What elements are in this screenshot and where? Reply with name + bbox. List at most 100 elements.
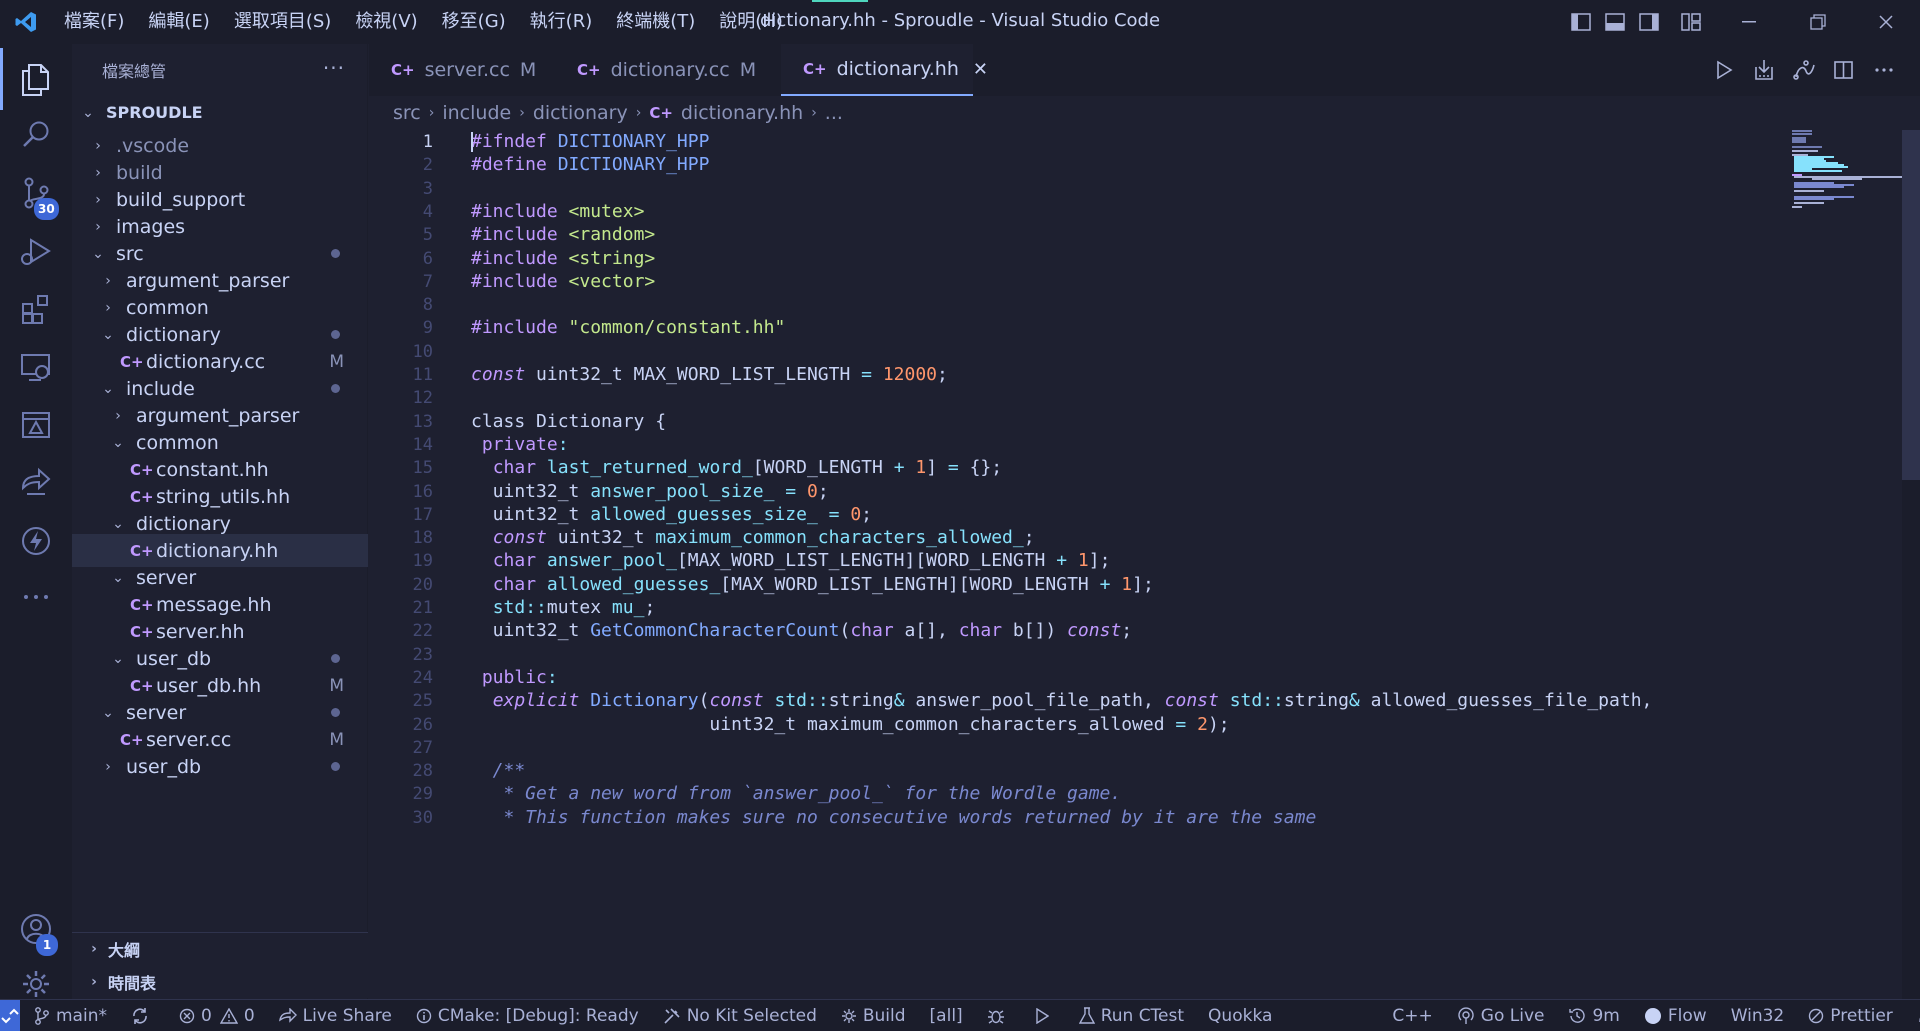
code-token: * This function makes sure no consecutiv… (471, 806, 1317, 828)
menu-item[interactable]: 檢視(V) (343, 0, 429, 44)
go-live-button[interactable]: Go Live (1457, 1006, 1544, 1026)
cmake-status[interactable]: CMake: [Debug]: Ready (416, 1006, 639, 1026)
tab-label: dictionary.hh (836, 58, 959, 80)
explorer-more-icon[interactable]: ··· (323, 56, 345, 80)
workspace-root-label: SPROUDLE (106, 103, 203, 122)
flow-status[interactable]: Flow (1644, 1006, 1707, 1026)
split-editor-icon[interactable] (1824, 44, 1864, 96)
tree-item-label: server (126, 701, 187, 724)
breadcrumb-item[interactable]: ... (825, 102, 843, 124)
code-token: char (958, 620, 1003, 642)
breadcrumb-item[interactable]: dictionary (533, 102, 628, 124)
launch-play-icon[interactable] (1035, 1007, 1055, 1024)
more-views-icon[interactable] (0, 562, 72, 632)
wakatime-status[interactable]: 9m (1568, 1006, 1620, 1026)
chevron-right-icon: › (91, 973, 97, 990)
tree-item-label: string_utils.hh (156, 485, 291, 508)
chevron-down-icon: ⌄ (102, 326, 114, 343)
menu-item[interactable]: 編輯(E) (136, 0, 221, 44)
timeline-section[interactable]: › 時間表 (72, 965, 368, 998)
workspace-root[interactable]: ⌄ SPROUDLE (72, 96, 368, 129)
menu-item[interactable]: 移至(G) (430, 0, 518, 44)
toggle-primary-sidebar-icon[interactable] (1564, 0, 1598, 44)
cpp-file-icon: C+ (130, 487, 154, 506)
vertical-scrollbar[interactable] (1902, 130, 1920, 999)
build-button[interactable]: Build (841, 1006, 906, 1026)
code-token: private (481, 433, 558, 455)
tab-label: dictionary.cc (610, 59, 730, 81)
modified-dot-icon (331, 762, 340, 771)
scrollbar-thumb[interactable] (1902, 130, 1920, 480)
menu-item[interactable]: 執行(R) (518, 0, 605, 44)
minimize-icon[interactable] (1716, 0, 1784, 44)
language-mode[interactable]: C++ (1392, 1006, 1432, 1026)
run-icon[interactable] (1704, 44, 1744, 96)
more-actions-icon[interactable] (1864, 44, 1904, 96)
chevron-right-icon: › (115, 407, 121, 424)
restore-icon[interactable] (1784, 0, 1852, 44)
live-share-status[interactable]: Live Share (278, 1006, 392, 1026)
git-branch[interactable]: main* (34, 1006, 107, 1026)
code-token: DICTIONARY_HPP (557, 131, 710, 152)
modified-dot-icon (331, 249, 340, 258)
debug-bug-icon[interactable] (987, 1007, 1011, 1025)
code-token: uint32_t MAX_WORD_LIST_LENGTH (525, 364, 862, 385)
tree-folder[interactable]: › user_db (72, 750, 368, 783)
code-token: char (492, 457, 537, 479)
code-token: = (828, 503, 840, 525)
git-status-badge: M (329, 729, 344, 750)
chevron-right-icon: › (95, 218, 101, 235)
close-window-icon[interactable] (1852, 0, 1920, 44)
kit-selector[interactable]: No Kit Selected (663, 1006, 817, 1026)
code-token: uint32_t maximum_common_characters_allow… (471, 713, 1176, 735)
tab-dictionary-hh[interactable]: C+ dictionary.hh ✕ (781, 44, 988, 96)
compare-changes-icon[interactable] (1784, 44, 1824, 96)
platform-status[interactable]: Win32 (1731, 1006, 1785, 1026)
code-token: answer_pool_size_ (590, 480, 775, 502)
code-token: 1 (1121, 573, 1133, 595)
menu-item[interactable]: 選取項目(S) (222, 0, 343, 44)
code-token: /** (471, 760, 526, 782)
tab-dictionary-cc[interactable]: C+ dictionary.cc M (555, 44, 756, 96)
sync-icon[interactable] (131, 1007, 155, 1025)
chevron-right-icon: › (105, 299, 111, 316)
accounts-icon[interactable]: 1 (0, 894, 72, 964)
menu-item[interactable]: 終端機(T) (604, 0, 707, 44)
build-target[interactable]: [all] (930, 1006, 963, 1026)
menu-bar: 檔案(F) 編輯(E) 選取項目(S) 檢視(V) 移至(G) 執行(R) 終端機(T) 說明… (52, 0, 795, 44)
menu-item[interactable]: 檔案(F) (52, 0, 136, 44)
remote-indicator-icon[interactable] (0, 999, 20, 1031)
code-token: const (709, 690, 764, 712)
save-download-icon[interactable] (1744, 44, 1784, 96)
run-ctest-button[interactable]: Run CTest (1078, 1006, 1184, 1026)
breadcrumb-item[interactable]: include (442, 102, 511, 124)
toggle-panel-icon[interactable] (1598, 0, 1632, 44)
explorer-title: 檔案總管 (102, 62, 167, 81)
tab-server-cc[interactable]: C+ server.cc M (369, 44, 555, 96)
problems-indicator[interactable]: 0 0 (179, 1006, 255, 1026)
code-token: last_returned_word_ (546, 457, 753, 479)
error-icon (179, 1008, 195, 1023)
tree-item-label: src (116, 242, 144, 265)
code-token: 1 (1077, 550, 1089, 572)
tree-item-label: constant.hh (156, 458, 269, 481)
code-text: * This function makes sure no consecutiv… (471, 804, 1317, 832)
customize-layout-icon[interactable] (1666, 0, 1716, 44)
breadcrumb-item[interactable]: dictionary.hh (681, 102, 803, 124)
modified-dot-icon (331, 330, 340, 339)
code-token: 0 (850, 503, 862, 525)
breadcrumb-item[interactable]: src (393, 102, 421, 124)
code-editor[interactable]: 1 #ifndef DICTIONARY_HPP 2 #define DICTIONA… (369, 130, 1920, 999)
language-label: C++ (1392, 1005, 1433, 1026)
toggle-secondary-sidebar-icon[interactable] (1632, 0, 1666, 44)
cpp-file-icon: C+ (120, 352, 144, 371)
outline-section[interactable]: › 大綱 (72, 932, 368, 965)
quokka-status[interactable]: Quokka (1208, 1006, 1272, 1026)
close-tab-icon[interactable]: ✕ (973, 59, 988, 80)
window-title: dictionary.hh - Sproudle - Visual Studio… (759, 10, 1161, 31)
prettier-status[interactable]: Prettier (1808, 1006, 1893, 1026)
minimap[interactable] (1792, 130, 1902, 230)
code-token: char (850, 620, 894, 642)
